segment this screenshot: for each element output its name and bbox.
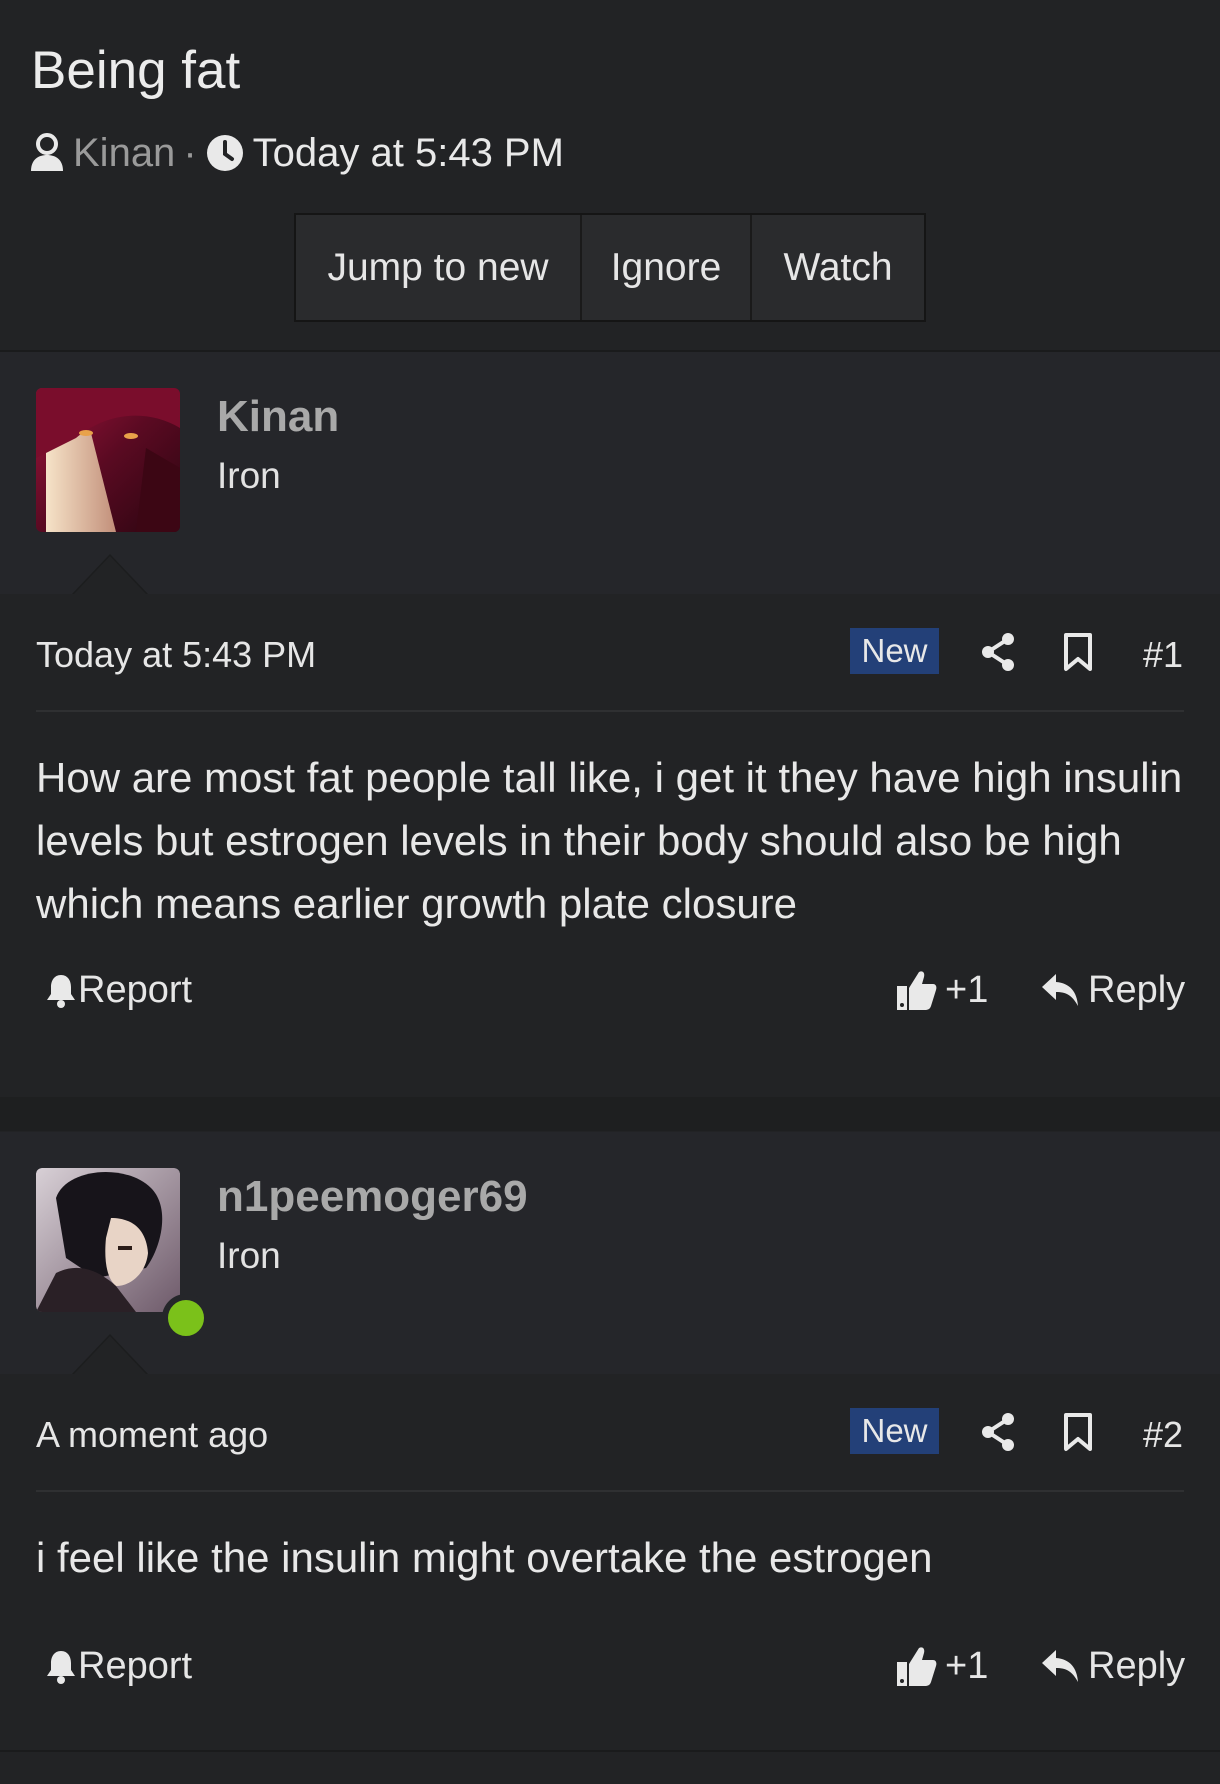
thread-time[interactable]: Today at 5:43 PM (253, 131, 564, 176)
post-number-link[interactable]: #1 (1143, 634, 1183, 676)
post-number-link[interactable]: #2 (1143, 1414, 1183, 1456)
post-user-block: Kinan Iron (0, 352, 1220, 594)
post-body: A moment ago New #2 i feel like the insu… (0, 1374, 1220, 1784)
ignore-button[interactable]: Ignore (582, 215, 752, 320)
avatar[interactable] (36, 388, 180, 532)
post-header-divider (36, 710, 1184, 712)
bell-icon (47, 1651, 75, 1684)
thread-meta: Kinan · Today at 5:43 PM (29, 128, 564, 178)
thumbs-up-icon (897, 971, 937, 1010)
new-badge: New (850, 1408, 939, 1454)
bookmark-icon[interactable] (1062, 632, 1094, 672)
post-actions: Report +1 Reply (0, 1636, 1220, 1696)
avatar[interactable] (36, 1168, 210, 1342)
reply-button[interactable]: Reply (1040, 960, 1185, 1020)
post-pointer (74, 556, 146, 594)
report-label: Report (78, 1644, 193, 1687)
report-label: Report (78, 968, 193, 1011)
post-header-divider (36, 1490, 1184, 1492)
user-icon (31, 133, 63, 171)
post-actions: Report +1 Reply (0, 960, 1220, 1020)
thread-button-group: Jump to new Ignore Watch (294, 213, 926, 322)
like-button[interactable]: +1 (895, 1636, 988, 1696)
bookmark-icon[interactable] (1062, 1412, 1094, 1452)
reply-label: Reply (1088, 968, 1186, 1011)
share-icon[interactable] (980, 1412, 1016, 1452)
post-2: n1peemoger69 Iron A moment ago New #2 i … (0, 1132, 1220, 1784)
report-button[interactable]: Report (44, 960, 192, 1020)
post-date[interactable]: Today at 5:43 PM (36, 634, 316, 676)
post-pointer (74, 1336, 146, 1374)
meta-separator: · (183, 130, 197, 175)
post-bottom-divider (0, 1750, 1220, 1752)
reply-arrow-icon (1042, 974, 1078, 1006)
post-user-title: Iron (217, 455, 281, 496)
report-button[interactable]: Report (44, 1636, 192, 1696)
thumbs-up-icon (897, 1647, 937, 1686)
post-body: Today at 5:43 PM New #1 How are most fat… (0, 594, 1220, 1097)
clock-icon (206, 135, 243, 171)
post-username[interactable]: Kinan (217, 392, 339, 442)
online-status-indicator (162, 1294, 210, 1342)
reply-arrow-icon (1042, 1650, 1078, 1682)
thread-author-link[interactable]: Kinan (73, 131, 175, 176)
reply-label: Reply (1088, 1644, 1186, 1687)
post-1: Kinan Iron Today at 5:43 PM New #1 How a… (0, 352, 1220, 1097)
jump-to-new-button[interactable]: Jump to new (296, 215, 582, 320)
post-message: i feel like the insulin might overtake t… (36, 1534, 933, 1581)
post-separator (0, 1097, 1220, 1131)
post-username[interactable]: n1peemoger69 (217, 1172, 528, 1222)
reply-button[interactable]: Reply (1040, 1636, 1185, 1696)
like-count: +1 (945, 1644, 989, 1687)
post-date[interactable]: A moment ago (36, 1414, 268, 1456)
like-count: +1 (945, 968, 989, 1011)
post-user-block: n1peemoger69 Iron (0, 1132, 1220, 1374)
watch-button[interactable]: Watch (752, 215, 924, 320)
share-icon[interactable] (980, 632, 1016, 672)
like-button[interactable]: +1 (895, 960, 988, 1020)
thread-header: Being fat Kinan · Today at 5:43 PM Jump … (0, 0, 1220, 350)
post-user-title: Iron (217, 1235, 281, 1276)
bell-icon (47, 975, 75, 1008)
thread-title: Being fat (31, 41, 241, 100)
new-badge: New (850, 628, 939, 674)
post-message: How are most fat people tall like, i get… (36, 754, 1183, 927)
